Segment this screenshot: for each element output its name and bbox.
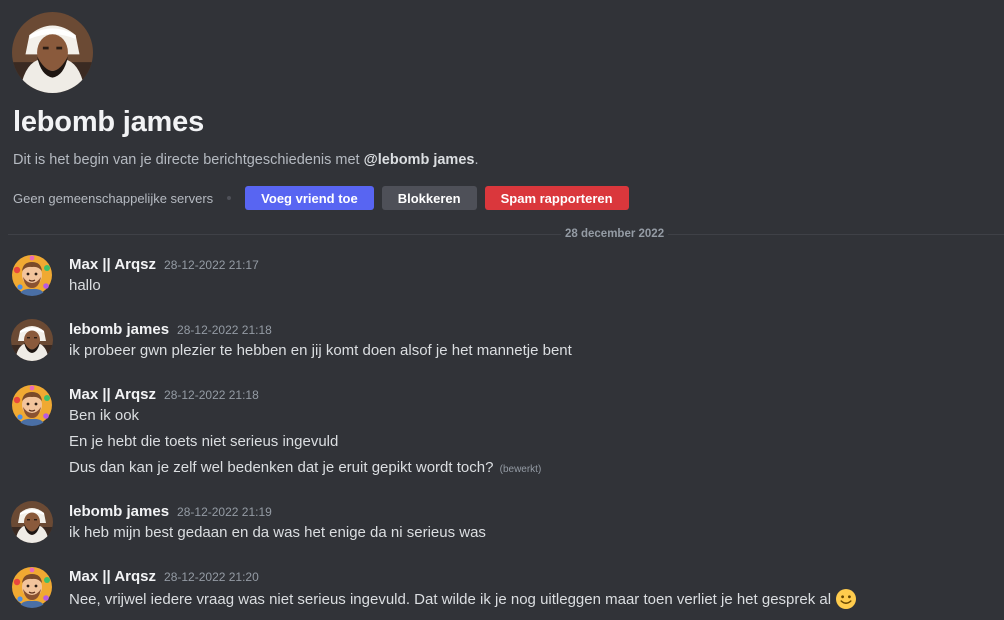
message-author[interactable]: lebomb james <box>69 503 169 520</box>
message-text: ik probeer gwn plezier te hebben en jij … <box>69 342 572 359</box>
separator-dot <box>227 196 232 200</box>
message-header: Max || Arqsz 28-12-2022 21:20 <box>69 568 259 585</box>
cartoon-avatar[interactable] <box>11 254 53 296</box>
message-timestamp: 28-12-2022 21:20 <box>164 570 259 584</box>
message-text: En je hebt die toets niet serieus ingevu… <box>69 433 339 450</box>
profile-name: lebomb james <box>13 106 204 138</box>
dm-intro-text: Dit is het begin van je directe berichtg… <box>13 150 478 170</box>
message-text-edited: Dus dan kan je zelf wel bedenken dat je … <box>69 458 541 480</box>
dm-intro-prefix: Dit is het begin van je directe berichtg… <box>13 152 360 168</box>
message-text-with-emoji: Nee, vrijwel iedere vraag was niet serie… <box>69 588 857 616</box>
cartoon-avatar[interactable] <box>11 566 53 608</box>
message-timestamp: 28-12-2022 21:17 <box>164 258 259 272</box>
message-author[interactable]: Max || Arqsz <box>69 256 156 273</box>
message-header: Max || Arqsz 28-12-2022 21:18 <box>69 386 259 403</box>
profile-avatar[interactable] <box>12 12 93 93</box>
message-header: lebomb james 28-12-2022 21:18 <box>69 321 272 338</box>
message-author[interactable]: Max || Arqsz <box>69 386 156 403</box>
edited-label: (bewerkt) <box>499 464 542 475</box>
message-header: Max || Arqsz 28-12-2022 21:17 <box>69 256 259 273</box>
block-button[interactable]: Blokkeren <box>381 186 477 210</box>
add-friend-button[interactable]: Voeg vriend toe <box>245 186 374 210</box>
photo-avatar[interactable] <box>11 501 53 543</box>
dm-channel-view: lebomb james Dit is het begin van je dir… <box>0 0 1004 620</box>
message-timestamp: 28-12-2022 21:18 <box>177 323 272 337</box>
message-text: hallo <box>69 277 101 294</box>
message-text: Ben ik ook <box>69 407 140 424</box>
date-divider-label: 28 december 2022 <box>561 227 669 241</box>
message-timestamp: 28-12-2022 21:19 <box>177 505 272 519</box>
message-text: Nee, vrijwel iedere vraag was niet serie… <box>69 591 832 608</box>
profile-actions: Geen gemeenschappelijke servers Voeg vri… <box>13 186 637 210</box>
slightly-smiling-face-emoji-icon[interactable] <box>835 588 857 616</box>
photo-avatar[interactable] <box>11 319 53 361</box>
message-timestamp: 28-12-2022 21:18 <box>164 388 259 402</box>
cartoon-avatar[interactable] <box>11 384 53 426</box>
dm-intro-period: . <box>474 152 479 168</box>
report-spam-button[interactable]: Spam rapporteren <box>484 186 629 210</box>
message-text: ik heb mijn best gedaan en da was het en… <box>69 524 486 541</box>
message-header: lebomb james 28-12-2022 21:19 <box>69 503 272 520</box>
message-text: Dus dan kan je zelf wel bedenken dat je … <box>69 459 494 476</box>
message-author[interactable]: lebomb james <box>69 321 169 338</box>
message-author[interactable]: Max || Arqsz <box>69 568 156 585</box>
mutual-servers-label: Geen gemeenschappelijke servers <box>13 190 214 206</box>
date-divider <box>8 234 1004 235</box>
dm-intro-mention[interactable]: @lebomb james <box>364 152 475 168</box>
